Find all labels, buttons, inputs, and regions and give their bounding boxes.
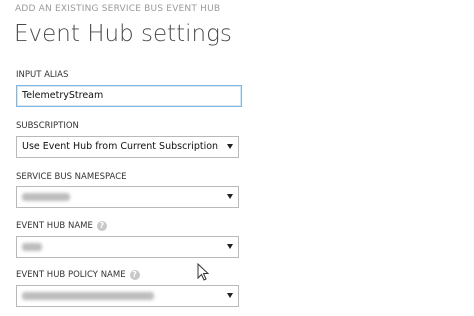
event-hub-policy-name-select[interactable] [16,285,239,307]
event-hub-name-label-text: EVENT HUB NAME [16,221,93,231]
event-hub-policy-name-label-text: EVENT HUB POLICY NAME [16,270,126,280]
event-hub-name-label: EVENT HUB NAME ? [16,221,107,231]
event-hub-settings-page: ADD AN EXISTING SERVICE BUS EVENT HUB Ev… [0,0,474,316]
help-icon[interactable]: ? [96,221,107,231]
chevron-down-icon [227,144,233,149]
help-icon[interactable]: ? [129,270,140,280]
chevron-down-icon [227,194,233,199]
page-title: Event Hub settings [14,21,232,47]
service-bus-namespace-select[interactable] [16,186,239,208]
input-alias-field[interactable]: TelemetryStream [16,85,242,107]
redacted-value [22,193,70,201]
chevron-down-icon [227,244,233,249]
subscription-select[interactable]: Use Event Hub from Current Subscription [16,136,239,158]
chevron-down-icon [227,293,233,298]
input-alias-label: INPUT ALIAS [16,70,68,80]
page-overline: ADD AN EXISTING SERVICE BUS EVENT HUB [15,4,221,14]
redacted-value [22,243,42,251]
service-bus-namespace-label-text: SERVICE BUS NAMESPACE [16,172,127,182]
input-alias-label-text: INPUT ALIAS [16,70,69,80]
subscription-label-text: SUBSCRIPTION [16,121,79,131]
mouse-pointer-icon [197,263,209,281]
input-alias-value: TelemetryStream [22,90,104,101]
service-bus-namespace-label: SERVICE BUS NAMESPACE [16,172,127,182]
subscription-selected-value: Use Event Hub from Current Subscription [22,141,219,152]
subscription-label: SUBSCRIPTION [16,121,79,131]
event-hub-policy-name-label: EVENT HUB POLICY NAME ? [16,270,140,280]
event-hub-name-select[interactable] [16,236,239,258]
redacted-value [22,292,154,300]
